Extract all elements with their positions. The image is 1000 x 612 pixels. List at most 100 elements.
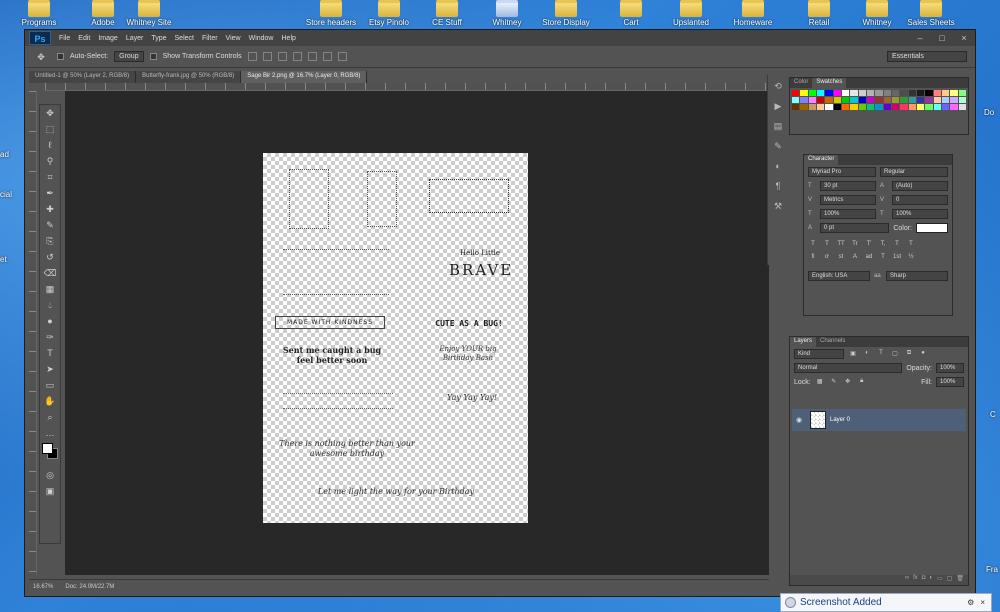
document-tab[interactable]: Butterfly-frank.jpg @ 50% (RGB/8) <box>136 71 242 83</box>
menu-filter[interactable]: Filter <box>198 35 222 42</box>
vertical-scale-field[interactable]: 100% <box>820 209 876 219</box>
desktop-left-label-3[interactable]: et <box>0 255 7 264</box>
marquee-tool-icon[interactable]: ⬚ <box>40 121 60 137</box>
color-swatch[interactable] <box>833 104 841 110</box>
menu-window[interactable]: Window <box>245 35 278 42</box>
color-swatch[interactable] <box>850 97 858 103</box>
show-transform-checkbox[interactable] <box>149 53 157 60</box>
lock-position-icon[interactable]: ✥ <box>843 378 853 387</box>
auto-select-dropdown[interactable]: Group <box>114 51 144 62</box>
color-swatch[interactable] <box>908 104 916 110</box>
color-swatch[interactable] <box>942 90 950 96</box>
color-swatch[interactable] <box>800 90 808 96</box>
menu-edit[interactable]: Edit <box>74 35 94 42</box>
menu-help[interactable]: Help <box>278 35 300 42</box>
group-icon[interactable]: ▭ <box>937 575 943 585</box>
horizontal-scale-field[interactable]: 100% <box>892 209 948 219</box>
color-swatch[interactable] <box>825 90 833 96</box>
color-swatch[interactable] <box>892 97 900 103</box>
baseline-shift-field[interactable]: 0 pt <box>820 223 890 233</box>
desktop-icon[interactable]: Cart <box>600 0 662 30</box>
color-swatch[interactable] <box>883 97 891 103</box>
adjustment-layer-icon[interactable]: ◐ <box>929 575 933 585</box>
pen-tool-icon[interactable]: ✑ <box>40 329 60 345</box>
color-swatch[interactable] <box>917 104 925 110</box>
path-select-icon[interactable]: ➤ <box>40 361 60 377</box>
tab-layers[interactable]: Layers <box>790 337 817 347</box>
layer-name[interactable]: Layer 0 <box>830 417 850 423</box>
color-swatch[interactable] <box>875 97 883 103</box>
color-swatch[interactable] <box>900 97 908 103</box>
brush-presets-icon[interactable]: ✎ <box>769 137 787 155</box>
canvas-area[interactable]: Hello Little BRAVE MADE WITH KINDNESS CU… <box>65 91 769 575</box>
visibility-eye-icon[interactable]: ◉ <box>796 416 806 424</box>
desktop-icon[interactable]: Whitney Site <box>118 0 180 30</box>
color-swatch[interactable] <box>792 104 800 110</box>
desktop-right-label-2[interactable]: C <box>990 410 996 419</box>
desktop-icon[interactable]: Sales Sheets <box>900 0 962 30</box>
color-swatch[interactable] <box>908 97 916 103</box>
color-swatch[interactable] <box>867 97 875 103</box>
tab-channels[interactable]: Channels <box>816 337 849 347</box>
antialias-select[interactable]: Sharp <box>886 271 948 281</box>
color-swatch[interactable] <box>875 104 883 110</box>
tab-swatches[interactable]: Swatches <box>812 78 847 88</box>
color-swatch[interactable] <box>800 97 808 103</box>
desktop-right-label-1[interactable]: Do <box>984 108 994 117</box>
opacity-field[interactable]: 100% <box>936 363 964 373</box>
color-swatch[interactable] <box>833 90 841 96</box>
clone-tool-icon[interactable]: ⎘ <box>40 233 60 249</box>
opentype-button[interactable]: ơ <box>822 254 832 263</box>
color-swatches[interactable] <box>40 441 60 467</box>
color-swatch[interactable] <box>942 104 950 110</box>
color-swatch[interactable] <box>867 90 875 96</box>
maximize-icon[interactable]: □ <box>931 32 953 44</box>
filter-adjust-icon[interactable]: ◐ <box>862 350 872 359</box>
eraser-tool-icon[interactable]: ⌫ <box>40 265 60 281</box>
color-swatch[interactable] <box>808 97 816 103</box>
dodge-tool-icon[interactable]: ● <box>40 313 60 329</box>
new-layer-icon[interactable]: ▢ <box>947 575 953 585</box>
color-swatch[interactable] <box>792 90 800 96</box>
filter-type-icon[interactable]: T <box>876 350 886 359</box>
color-swatch[interactable] <box>900 104 908 110</box>
color-swatch[interactable] <box>858 97 866 103</box>
brush-tool-icon[interactable]: ✎ <box>40 217 60 233</box>
language-select[interactable]: English: USA <box>808 271 870 281</box>
actions-icon[interactable]: ▶ <box>769 97 787 115</box>
text-style-button[interactable]: T <box>808 241 818 250</box>
align-middle-icon[interactable] <box>262 52 272 61</box>
gradient-tool-icon[interactable]: ▦ <box>40 281 60 297</box>
menu-view[interactable]: View <box>222 35 245 42</box>
history-icon[interactable]: ⟲ <box>769 77 787 95</box>
color-swatch[interactable] <box>958 97 966 103</box>
type-tool-icon[interactable]: T <box>40 345 60 361</box>
opentype-button[interactable]: ad <box>864 254 874 263</box>
layer-row[interactable]: ◉ Layer 0 <box>792 409 966 431</box>
text-style-button[interactable]: T, <box>878 241 888 250</box>
menu-file[interactable]: File <box>55 35 74 42</box>
color-swatch[interactable] <box>958 104 966 110</box>
align-bottom-icon[interactable] <box>277 52 287 61</box>
text-style-button[interactable]: T <box>892 241 902 250</box>
text-style-button[interactable]: TT <box>836 241 846 250</box>
desktop-icon[interactable]: Homeware <box>722 0 784 30</box>
desktop-icon[interactable]: Retail <box>788 0 850 30</box>
color-swatch[interactable] <box>892 104 900 110</box>
opentype-button[interactable]: fi <box>808 254 818 263</box>
desktop-left-label-1[interactable]: ad <box>0 150 9 159</box>
fill-field[interactable]: 100% <box>936 377 964 387</box>
desktop-icon[interactable]: Etsy Pinolo <box>358 0 420 30</box>
blur-tool-icon[interactable]: 💧︎ <box>40 297 60 313</box>
font-size-field[interactable]: 30 pt <box>820 181 876 191</box>
color-swatch[interactable] <box>817 97 825 103</box>
mask-icon[interactable]: ◘ <box>922 575 926 585</box>
screen-mode-icon[interactable]: ▣ <box>40 483 60 499</box>
menu-type[interactable]: Type <box>147 35 170 42</box>
filter-smart-icon[interactable]: ⧉ <box>904 350 914 359</box>
hand-tool-icon[interactable]: ✋ <box>40 393 60 409</box>
move-tool-icon[interactable]: ✥ <box>31 49 51 65</box>
desktop-icon[interactable]: Whitney <box>846 0 908 30</box>
quick-mask-icon[interactable]: ◎ <box>40 467 60 483</box>
properties-icon[interactable]: ▤ <box>769 117 787 135</box>
